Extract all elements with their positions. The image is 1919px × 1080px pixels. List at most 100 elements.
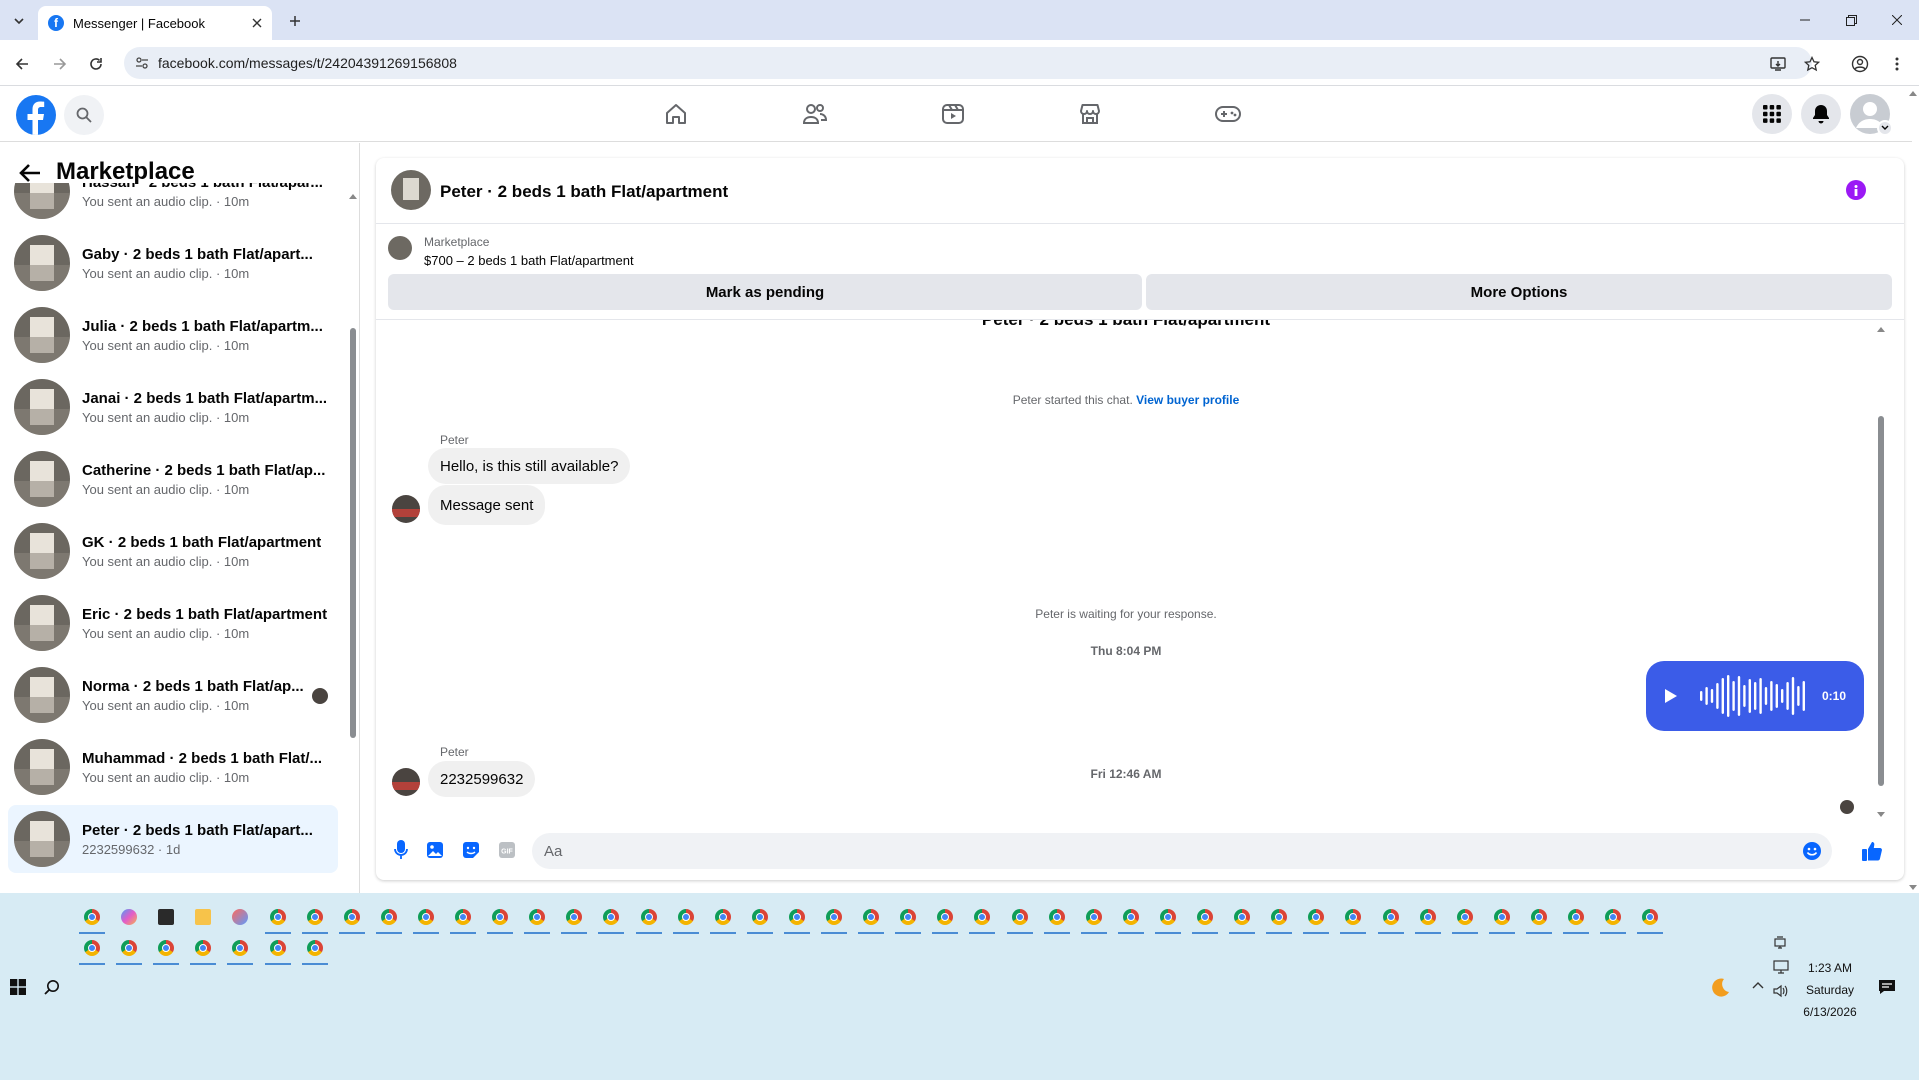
chrome-app-icon[interactable] [1123, 909, 1139, 925]
scrollbar-thumb[interactable] [350, 328, 356, 738]
listing-thumbnail[interactable] [388, 236, 412, 260]
scroll-up-arrow-icon[interactable] [349, 193, 357, 199]
site-info-icon[interactable] [135, 56, 149, 70]
scrollbar-thumb[interactable] [1878, 416, 1884, 786]
chrome-app-icon[interactable] [84, 909, 100, 925]
close-window-button[interactable] [1874, 0, 1919, 40]
message-bubble[interactable]: 2232599632 [428, 761, 536, 797]
sender-avatar[interactable] [392, 495, 420, 523]
conversation-item[interactable]: Norma · 2 beds 1 bath Flat/ap... You sent… [8, 661, 338, 729]
back-button[interactable] [10, 52, 34, 76]
menu-grid-button[interactable] [1752, 94, 1792, 134]
browser-menu-button[interactable] [1885, 52, 1909, 76]
chrome-app-icon[interactable] [1271, 909, 1287, 925]
conversation-item[interactable]: GK · 2 beds 1 bath Flat/apartment You sen… [8, 517, 338, 585]
forward-button[interactable] [48, 52, 72, 76]
night-light-icon[interactable] [1709, 977, 1731, 999]
conversation-item[interactable]: Eric · 2 beds 1 bath Flat/apartment You s… [8, 589, 338, 657]
chrome-app-icon[interactable] [307, 909, 323, 925]
browser-tab[interactable]: f Messenger | Facebook [38, 6, 272, 40]
sender-avatar[interactable] [392, 768, 420, 796]
chrome-app-icon[interactable] [1234, 909, 1250, 925]
chrome-app-icon[interactable] [232, 940, 248, 956]
conversation-item[interactable]: Catherine · 2 beds 1 bath Flat/ap... You … [8, 445, 338, 513]
chrome-app-icon[interactable] [937, 909, 953, 925]
scroll-up-arrow-icon[interactable] [1909, 90, 1917, 96]
voice-clip-button[interactable] [386, 835, 416, 865]
sticker-button[interactable] [456, 835, 486, 865]
nav-home[interactable] [654, 96, 698, 132]
chrome-app-icon[interactable] [121, 940, 137, 956]
chrome-app-icon[interactable] [1160, 909, 1176, 925]
conversation-item[interactable]: Gaby · 2 beds 1 bath Flat/apart... You se… [8, 229, 338, 297]
chrome-app-icon[interactable] [1494, 909, 1510, 925]
reload-button[interactable] [84, 52, 108, 76]
chrome-app-icon[interactable] [1568, 909, 1584, 925]
chrome-app-icon[interactable] [158, 940, 174, 956]
chat-header-title[interactable]: Peter · 2 beds 1 bath Flat/apartment [440, 182, 728, 202]
message-bubble[interactable]: Hello, is this still available? [428, 448, 631, 484]
chrome-app-icon[interactable] [1531, 909, 1547, 925]
chrome-app-icon[interactable] [1605, 909, 1621, 925]
chrome-app-icon[interactable] [752, 909, 768, 925]
chrome-app-icon[interactable] [1049, 909, 1065, 925]
chrome-app-icon[interactable] [195, 940, 211, 956]
chrome-app-icon[interactable] [863, 909, 879, 925]
notes-app-icon[interactable] [158, 909, 174, 925]
install-app-button[interactable] [1766, 52, 1790, 76]
emoji-icon[interactable] [1802, 841, 1822, 861]
chrome-app-icon[interactable] [455, 909, 471, 925]
chrome-app-icon[interactable] [1197, 909, 1213, 925]
chrome-app-icon[interactable] [1420, 909, 1436, 925]
notifications-button[interactable] [1801, 94, 1841, 134]
page-scrollbar[interactable] [1908, 86, 1919, 893]
chrome-app-icon[interactable] [789, 909, 805, 925]
more-options-button[interactable]: More Options [1146, 274, 1892, 310]
conversation-item[interactable]: Muhammad · 2 beds 1 bath Flat/... You sen… [8, 733, 338, 801]
paint-app-icon[interactable] [232, 909, 248, 925]
nav-gaming[interactable] [1206, 96, 1250, 132]
conversation-item[interactable]: Janai · 2 beds 1 bath Flat/apartm... You … [8, 373, 338, 441]
account-avatar-button[interactable] [1850, 94, 1893, 136]
chat-header-thumbnail[interactable] [391, 170, 431, 210]
nav-marketplace[interactable] [1068, 96, 1112, 132]
chrome-app-icon[interactable] [715, 909, 731, 925]
facebook-logo[interactable] [16, 95, 56, 135]
minimize-button[interactable] [1782, 0, 1828, 40]
gif-button[interactable]: GIF [492, 835, 522, 865]
play-icon[interactable] [1664, 688, 1678, 704]
start-button[interactable] [10, 979, 28, 997]
conversation-item[interactable]: Julia · 2 beds 1 bath Flat/apartm... You … [8, 301, 338, 369]
chrome-app-icon[interactable] [529, 909, 545, 925]
chrome-app-icon[interactable] [84, 940, 100, 956]
like-button[interactable] [1854, 833, 1890, 869]
tray-overflow-button[interactable] [1752, 981, 1764, 989]
new-tab-button[interactable] [284, 10, 306, 32]
audio-message-bubble[interactable]: 0:10 [1646, 661, 1864, 731]
chrome-app-icon[interactable] [381, 909, 397, 925]
chrome-app-icon[interactable] [418, 909, 434, 925]
chrome-app-icon[interactable] [1308, 909, 1324, 925]
chrome-app-icon[interactable] [307, 940, 323, 956]
chrome-app-icon[interactable] [492, 909, 508, 925]
profile-button[interactable] [1848, 52, 1872, 76]
tab-search-button[interactable] [8, 10, 30, 32]
attach-photo-button[interactable] [420, 835, 450, 865]
nav-friends[interactable] [793, 96, 837, 132]
restore-button[interactable] [1828, 0, 1874, 40]
view-buyer-profile-link[interactable]: View buyer profile [1136, 393, 1239, 407]
bookmark-button[interactable] [1800, 52, 1824, 76]
taskbar-search-button[interactable] [44, 979, 62, 997]
chrome-app-icon[interactable] [974, 909, 990, 925]
chat-scrollbar[interactable] [1876, 326, 1886, 818]
chrome-app-icon[interactable] [566, 909, 582, 925]
search-button[interactable] [64, 95, 104, 135]
file-explorer-icon[interactable] [195, 909, 211, 925]
chrome-app-icon[interactable] [1345, 909, 1361, 925]
address-bar[interactable]: facebook.com/messages/t/2420439126915680… [124, 47, 1812, 79]
sidebar-scrollbar[interactable] [349, 193, 357, 863]
action-center-button[interactable] [1878, 979, 1896, 995]
chrome-app-icon[interactable] [1383, 909, 1399, 925]
chrome-app-icon[interactable] [344, 909, 360, 925]
chrome-app-icon[interactable] [1086, 909, 1102, 925]
